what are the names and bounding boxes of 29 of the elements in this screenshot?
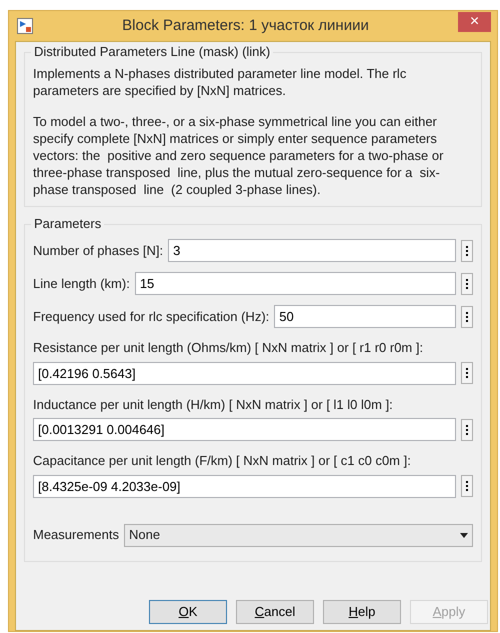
input-field[interactable]: 3 bbox=[168, 239, 456, 262]
field-label: Capacitance per unit length (F/km) [ NxN matrix ] or [ c1 c0 c0m ]: bbox=[33, 452, 412, 470]
description-text: To model a two-, three-, or a six-phase symmetrical line you can either specify complete [NxN] matrices or simply enter sequence parameters vectors: the positive and zero sequence parameters for a two-phase or three-phase transposed line, plus the mutual zero-sequence for a six-phase transposed line (2 coupled 3-phase lines). bbox=[33, 113, 444, 198]
more-options-button[interactable] bbox=[461, 272, 473, 294]
input-field[interactable]: 15 bbox=[134, 272, 456, 295]
input-field[interactable]: 50 bbox=[274, 305, 456, 328]
description-text: Implements a N-phases distributed parameter line model. The rlc parameters are specified by [NxN] matrices. bbox=[33, 65, 408, 99]
field-label: Frequency used for rlc specification (Hz): bbox=[33, 308, 270, 326]
field-label: Line length (km): bbox=[33, 274, 130, 293]
dialog-button[interactable]: Cancel bbox=[236, 600, 314, 624]
input-field[interactable]: [8.4325e-09 4.2033e-09] bbox=[33, 474, 456, 498]
field-label: Number of phases [N]: bbox=[33, 242, 164, 260]
more-options-button[interactable] bbox=[461, 418, 473, 440]
input-field[interactable]: [0.42196 0.5643] bbox=[33, 362, 456, 384]
close-button[interactable]: × bbox=[458, 12, 491, 32]
measurements-dropdown[interactable]: None bbox=[124, 524, 473, 546]
field-label: Resistance per unit length (Ohms/km) [ NxN matrix ] or [ r1 r0 r0m ]: bbox=[33, 339, 424, 357]
more-options-button[interactable] bbox=[461, 306, 473, 328]
field-label: Measurements bbox=[33, 526, 119, 544]
input-field[interactable]: [0.0013291 0.004646] bbox=[33, 418, 456, 441]
dropdown-arrow-icon bbox=[460, 532, 468, 538]
dialog-button[interactable]: Help bbox=[323, 600, 401, 624]
block-icon bbox=[17, 18, 33, 34]
more-options-button[interactable] bbox=[461, 362, 473, 384]
more-options-button[interactable] bbox=[461, 240, 473, 262]
field-label: Inductance per unit length (H/km) [ NxN matrix ] or [ l1 l0 l0m ]: bbox=[33, 396, 394, 414]
more-options-button[interactable] bbox=[461, 475, 473, 497]
window-title: Block Parameters: 1 участок линиии bbox=[121, 16, 370, 36]
dialog-button[interactable]: OK bbox=[149, 600, 227, 624]
